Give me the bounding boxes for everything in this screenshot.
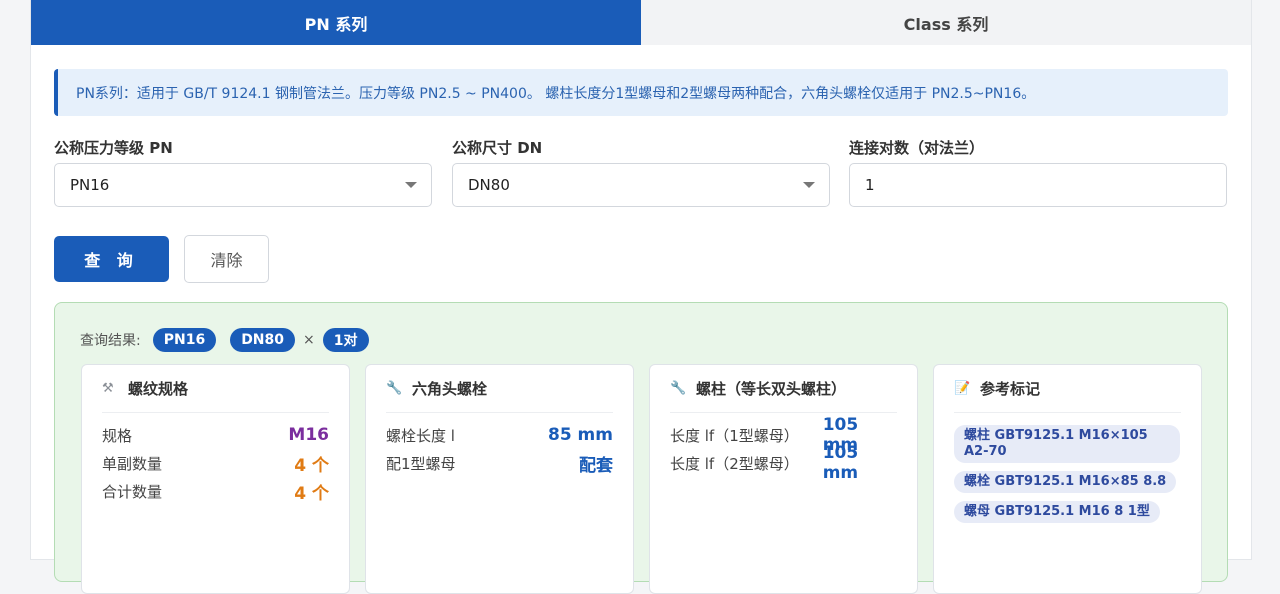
total-qty-value: 4 个 <box>294 483 329 504</box>
result-dn-badge: DN80 <box>230 328 296 352</box>
wrench-icon: 🔧 <box>670 381 687 396</box>
result-pn-badge: PN16 <box>152 328 217 352</box>
chevron-down-icon <box>405 182 417 188</box>
bolt-length-row: 螺栓长度 l 85 mm <box>386 421 613 449</box>
spec-row: 规格 M16 <box>102 421 329 449</box>
dn-select[interactable]: DN80 <box>452 163 830 207</box>
spec-value: M16 <box>288 425 329 445</box>
result-box: 查询结果: PN16 DN80 × 1对 ⚒ 螺纹规格 规格 M16 单副数量 … <box>54 302 1228 594</box>
ref-tag-nut: 螺母 GBT9125.1 M16 8 1型 <box>954 501 1160 523</box>
stud-card: 🔧 螺柱（等长双头螺柱） 长度 lf（1型螺母） 105 mm 长度 lf（2型… <box>649 364 918 594</box>
series-notice: PN系列：适用于 GB/T 9124.1 钢制管法兰。压力等级 PN2.5 ~ … <box>54 69 1228 116</box>
spec-label: 规格 <box>102 426 133 445</box>
total-qty-row: 合计数量 4 个 <box>102 477 329 505</box>
nut-row: 配1型螺母 配套 <box>386 449 613 477</box>
bolt-icon: ⚒ <box>102 381 114 396</box>
pairs-input-value: 1 <box>865 176 875 194</box>
reference-card: 📝 参考标记 螺柱 GBT9125.1 M16×105 A2-70 螺栓 GBT… <box>933 364 1202 594</box>
stud-card-title: 螺柱（等长双头螺柱） <box>696 380 847 398</box>
query-panel: PN 系列 Class 系列 PN系列：适用于 GB/T 9124.1 钢制管法… <box>30 0 1252 594</box>
tab-class-series[interactable]: Class 系列 <box>641 0 1251 45</box>
lf2-label: 长度 lf（2型螺母） <box>670 454 799 473</box>
ref-tag-bolt: 螺栓 GBT9125.1 M16×85 8.8 <box>954 471 1177 493</box>
nut-value: 配套 <box>579 455 613 476</box>
nut-label: 配1型螺母 <box>386 454 456 473</box>
result-pairs-badge: 1对 <box>322 328 369 352</box>
result-header: 查询结果: PN16 DN80 × 1对 <box>80 328 369 352</box>
ref-tag-stud: 螺柱 GBT9125.1 M16×105 A2-70 <box>954 425 1180 463</box>
unit-qty-value: 4 个 <box>294 455 329 476</box>
hex-bolt-card: 🔧 六角头螺栓 螺栓长度 l 85 mm 配1型螺母 配套 <box>365 364 634 594</box>
total-qty-label: 合计数量 <box>102 482 163 501</box>
query-button[interactable]: 查 询 <box>54 236 169 282</box>
hex-card-title: 六角头螺栓 <box>412 380 488 398</box>
unit-qty-label: 单副数量 <box>102 454 163 473</box>
pn-label: 公称压力等级 PN <box>54 139 173 157</box>
lf2-row: 长度 lf（2型螺母） 105 mm <box>670 443 897 483</box>
thread-spec-card: ⚒ 螺纹规格 规格 M16 单副数量 4 个 合计数量 4 个 <box>81 364 350 594</box>
pn-select-value: PN16 <box>70 176 110 194</box>
pn-select[interactable]: PN16 <box>54 163 432 207</box>
series-tabs: PN 系列 Class 系列 <box>31 0 1251 45</box>
times-symbol: × <box>303 332 315 348</box>
tab-pn-series[interactable]: PN 系列 <box>31 0 641 45</box>
bolt-length-value: 85 mm <box>547 425 613 445</box>
result-prefix: 查询结果: <box>80 333 141 349</box>
pairs-label: 连接对数（对法兰） <box>849 139 985 157</box>
dn-label: 公称尺寸 DN <box>452 139 543 157</box>
lf2-value: 105 mm <box>822 443 859 483</box>
ref-card-title: 参考标记 <box>980 380 1041 398</box>
dn-select-value: DN80 <box>468 176 510 194</box>
unit-qty-row: 单副数量 4 个 <box>102 449 329 477</box>
pairs-input[interactable]: 1 <box>849 163 1227 207</box>
chevron-down-icon <box>803 182 815 188</box>
lf1-label: 长度 lf（1型螺母） <box>670 426 799 445</box>
wrench-icon: 🔧 <box>386 381 403 396</box>
clear-button[interactable]: 清除 <box>184 235 269 283</box>
memo-icon: 📝 <box>954 381 971 396</box>
bolt-length-label: 螺栓长度 l <box>386 426 455 445</box>
thread-card-title: 螺纹规格 <box>128 380 189 398</box>
